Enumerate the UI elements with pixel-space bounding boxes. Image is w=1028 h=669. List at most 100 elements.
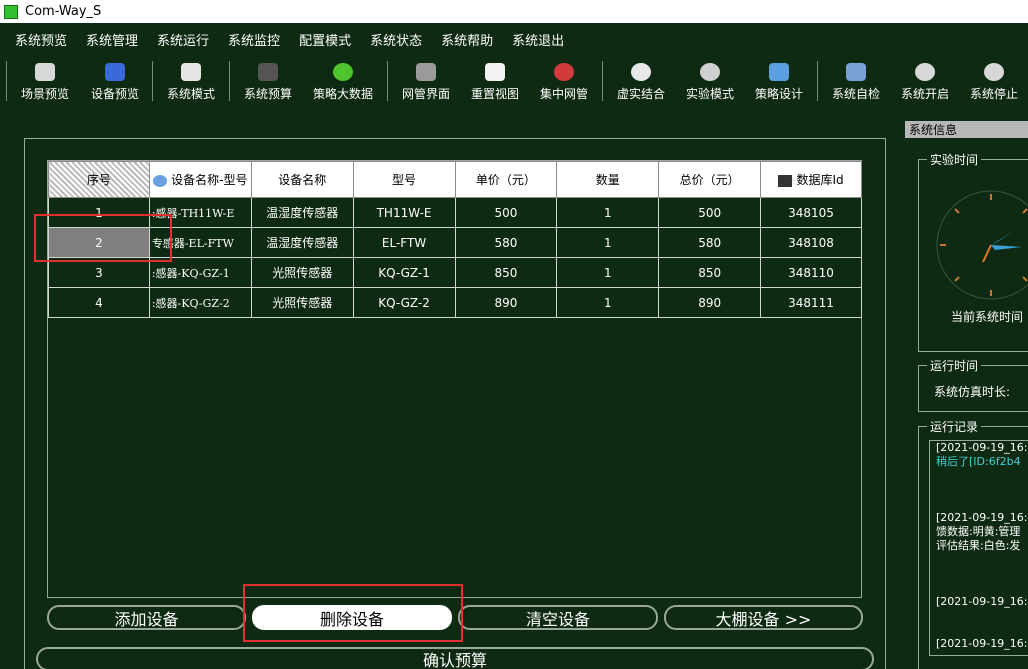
cell-model[interactable]: TH11W-E: [352, 197, 456, 228]
strategy-design-button[interactable]: 策略设计: [748, 55, 810, 107]
delete-device-button[interactable]: 删除设备: [252, 605, 452, 630]
app-icon: [4, 4, 18, 19]
col-device-name[interactable]: 设备名称: [250, 161, 354, 198]
book-icon: [258, 63, 278, 81]
experiment-mode-button[interactable]: 实验模式: [679, 55, 741, 107]
log-line: [2021-09-19_16:4: [936, 441, 1028, 454]
log-line: [2021-09-19_16:4: [936, 595, 1028, 608]
menu-config[interactable]: 配置模式: [289, 26, 360, 50]
log-line: 稍后了[ID:6f2b4: [936, 455, 1021, 468]
cell-total-price[interactable]: 890: [658, 287, 762, 318]
table-row[interactable]: 3 :感器-KQ-GZ-1 光照传感器 KQ-GZ-1 850 1 850 34…: [48, 257, 862, 288]
clear-device-button[interactable]: 清空设备: [458, 605, 658, 630]
cell-device-model[interactable]: :感器-TH11W-E: [148, 197, 252, 228]
clock-icon: [936, 190, 1028, 300]
cell-unit-price[interactable]: 890: [454, 287, 558, 318]
cell-device-name[interactable]: 光照传感器: [250, 257, 354, 288]
cell-device-model[interactable]: :感器-KQ-GZ-1: [148, 257, 252, 288]
menu-help[interactable]: 系统帮助: [431, 26, 502, 50]
run-time-label: 运行时间: [927, 357, 982, 374]
menu-status[interactable]: 系统状态: [360, 26, 431, 50]
central-netmgmt-button[interactable]: 集中网管: [533, 55, 595, 107]
table-row[interactable]: 2 专感器-EL-FTW 温湿度传感器 EL-FTW 580 1 580 348…: [48, 227, 862, 258]
cell-model[interactable]: KQ-GZ-2: [352, 287, 456, 318]
strategy-bigdata-button[interactable]: 策略大数据: [306, 55, 380, 107]
col-unit-price[interactable]: 单价（元）: [454, 161, 558, 198]
device-preview-button[interactable]: 设备预览: [84, 55, 146, 107]
cell-device-name[interactable]: 光照传感器: [250, 287, 354, 318]
toolbar-separator: [6, 61, 7, 101]
play-icon: [915, 63, 935, 81]
cell-index[interactable]: 1: [48, 197, 150, 228]
search-icon: [153, 174, 168, 187]
menu-run[interactable]: 系统运行: [147, 26, 218, 50]
system-start-button[interactable]: 系统开启: [894, 55, 956, 107]
system-budget-button[interactable]: 系统预算: [237, 55, 299, 107]
pause-icon: [984, 63, 1004, 81]
cell-total-price[interactable]: 580: [658, 227, 762, 258]
toolbar-separator: [602, 61, 603, 101]
cell-unit-price[interactable]: 500: [454, 197, 558, 228]
cell-unit-price[interactable]: 850: [454, 257, 558, 288]
cell-total-price[interactable]: 850: [658, 257, 762, 288]
greenhouse-device-button[interactable]: 大棚设备 >>: [664, 605, 863, 630]
cell-device-name[interactable]: 温湿度传感器: [250, 197, 354, 228]
cell-device-model[interactable]: :感器-KQ-GZ-2: [148, 287, 252, 318]
system-stop-button[interactable]: 系统停止: [963, 55, 1025, 107]
add-device-button[interactable]: 添加设备: [47, 605, 246, 630]
netmgmt-ui-button[interactable]: 网管界面: [395, 55, 457, 107]
cell-total-price[interactable]: 500: [658, 197, 762, 228]
col-model[interactable]: 型号: [352, 161, 456, 198]
cell-quantity[interactable]: 1: [556, 227, 660, 258]
run-log-label: 运行记录: [927, 418, 982, 435]
users-icon: [769, 63, 789, 81]
cell-quantity[interactable]: 1: [556, 287, 660, 318]
cell-quantity[interactable]: 1: [556, 257, 660, 288]
cell-db-id[interactable]: 348110: [760, 257, 862, 288]
cell-db-id[interactable]: 348105: [760, 197, 862, 228]
self-check-button[interactable]: 系统自检: [825, 55, 887, 107]
menu-monitor[interactable]: 系统监控: [218, 26, 289, 50]
printer-icon: [181, 63, 201, 81]
cell-db-id[interactable]: 348108: [760, 227, 862, 258]
menu-exit[interactable]: 系统退出: [502, 26, 573, 50]
gear-icon: [700, 63, 720, 81]
title-bar: Com-Way_S: [0, 0, 1028, 23]
run-log-list[interactable]: [2021-09-19_16:4 稍后了[ID:6f2b4 [2021-09-19_…: [929, 440, 1028, 656]
toolbar-separator: [387, 61, 388, 101]
system-mode-button[interactable]: 系统模式: [160, 55, 222, 107]
cell-index-selected[interactable]: 2: [48, 227, 150, 258]
run-time-group: 运行时间 系统仿真时长:: [918, 357, 1028, 412]
cell-index[interactable]: 4: [48, 287, 150, 318]
menu-preview[interactable]: 系统预览: [0, 26, 76, 50]
table-row[interactable]: 1 :感器-TH11W-E 温湿度传感器 TH11W-E 500 1 500 3…: [48, 197, 862, 228]
cell-device-name[interactable]: 温湿度传感器: [250, 227, 354, 258]
cell-model[interactable]: EL-FTW: [352, 227, 456, 258]
table-header: 序号 设备名称-型号 设备名称 型号 单价（元） 数量 总价（元） 数据库Id: [48, 161, 862, 198]
table-row[interactable]: 4 :感器-KQ-GZ-2 光照传感器 KQ-GZ-2 890 1 890 34…: [48, 287, 862, 318]
network-icon: [554, 63, 574, 81]
cell-db-id[interactable]: 348111: [760, 287, 862, 318]
col-device-model[interactable]: 设备名称-型号: [148, 161, 252, 198]
scene-preview-button[interactable]: 场景预览: [14, 55, 76, 107]
col-quantity[interactable]: 数量: [556, 161, 660, 198]
virtual-real-button[interactable]: 虚实结合: [610, 55, 672, 107]
col-db-id[interactable]: 数据库Id: [760, 161, 862, 198]
col-total-price[interactable]: 总价（元）: [658, 161, 762, 198]
confirm-budget-button[interactable]: 确认预算: [36, 647, 874, 669]
cell-model[interactable]: KQ-GZ-1: [352, 257, 456, 288]
reset-view-button[interactable]: 重置视图: [464, 55, 526, 107]
col-index[interactable]: 序号: [48, 161, 150, 198]
cell-quantity[interactable]: 1: [556, 197, 660, 228]
cell-index[interactable]: 3: [48, 257, 150, 288]
menu-manage[interactable]: 系统管理: [76, 26, 147, 50]
cell-device-model[interactable]: 专感器-EL-FTW: [148, 227, 252, 258]
cell-unit-price[interactable]: 580: [454, 227, 558, 258]
menu-bar: 系统预览 系统管理 系统运行 系统监控 配置模式 系统状态 系统帮助 系统退出: [0, 26, 1028, 50]
log-line: [2021-09-19_16:4: [936, 637, 1028, 650]
toolbar-separator: [152, 61, 153, 101]
system-info-header: 系统信息: [905, 121, 1028, 138]
